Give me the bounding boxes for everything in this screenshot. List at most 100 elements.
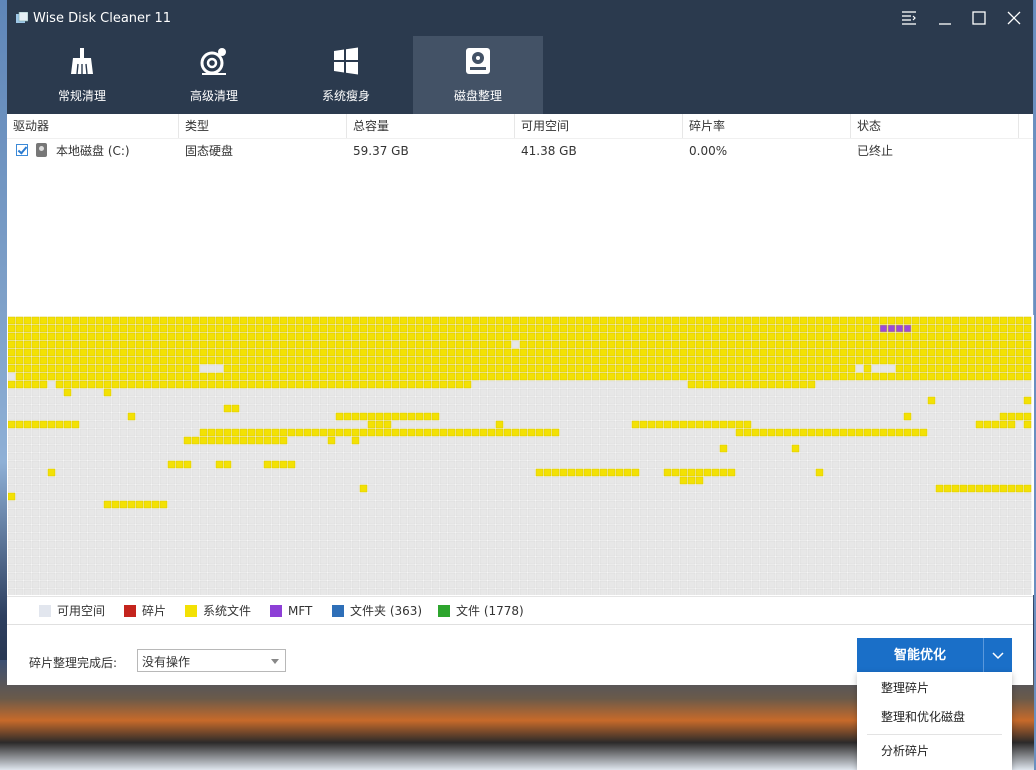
- cluster-free: [855, 564, 864, 573]
- cluster-free: [911, 508, 920, 517]
- cluster-system: [71, 372, 80, 381]
- tab-system-slim[interactable]: 系统瘦身: [281, 36, 411, 114]
- cluster-free: [39, 532, 48, 541]
- after-defrag-select[interactable]: 没有操作: [137, 649, 286, 672]
- cluster-free: [967, 556, 976, 565]
- cluster-free: [39, 444, 48, 453]
- tab-advanced-clean[interactable]: 高级清理: [149, 36, 279, 114]
- cluster-free: [215, 556, 224, 565]
- cluster-system: [447, 380, 456, 389]
- cluster-free: [671, 444, 680, 453]
- cluster-free: [415, 492, 424, 501]
- cluster-free: [239, 556, 248, 565]
- cluster-free: [631, 516, 640, 525]
- tab-disk-defrag[interactable]: 磁盘整理: [413, 36, 543, 114]
- cluster-free: [295, 532, 304, 541]
- cluster-free: [999, 428, 1008, 437]
- cluster-system: [591, 316, 600, 325]
- cluster-system: [583, 332, 592, 341]
- tab-common-clean[interactable]: 常规清理: [17, 36, 147, 114]
- maximize-icon[interactable]: [967, 6, 991, 30]
- title-bar[interactable]: Wise Disk Cleaner 11: [7, 0, 1033, 36]
- cluster-free: [999, 556, 1008, 565]
- column-header-drive[interactable]: 驱动器: [7, 114, 179, 138]
- table-row[interactable]: 本地磁盘 (C:) 固态硬盘 59.37 GB 41.38 GB 0.00% 已…: [7, 140, 1033, 162]
- cluster-free: [663, 532, 672, 541]
- cluster-free: [1023, 380, 1032, 389]
- cluster-free: [551, 396, 560, 405]
- optimize-dropdown-button[interactable]: [983, 638, 1012, 673]
- cluster-system: [263, 372, 272, 381]
- cluster-system: [263, 428, 272, 437]
- menu-icon[interactable]: [897, 6, 921, 30]
- cluster-system: [87, 348, 96, 357]
- cluster-free: [503, 460, 512, 469]
- drive-checkbox[interactable]: [16, 144, 28, 156]
- menu-item-defrag[interactable]: 整理碎片: [857, 674, 1012, 702]
- cluster-system: [439, 324, 448, 333]
- close-icon[interactable]: [1002, 6, 1026, 30]
- cluster-free: [639, 388, 648, 397]
- cluster-free: [559, 444, 568, 453]
- column-header-frag[interactable]: 碎片率: [683, 114, 851, 138]
- cluster-free: [183, 468, 192, 477]
- cluster-free: [663, 396, 672, 405]
- cluster-free: [823, 556, 832, 565]
- menu-item-defrag-optimize[interactable]: 整理和优化磁盘: [857, 703, 1012, 731]
- cluster-free: [151, 420, 160, 429]
- column-header-type[interactable]: 类型: [179, 114, 347, 138]
- cluster-free: [423, 516, 432, 525]
- column-header-status[interactable]: 状态: [851, 114, 1019, 138]
- cluster-free: [935, 532, 944, 541]
- cluster-system: [839, 316, 848, 325]
- cluster-free: [735, 556, 744, 565]
- column-header-total[interactable]: 总容量: [347, 114, 515, 138]
- cluster-free: [383, 540, 392, 549]
- cluster-free: [359, 548, 368, 557]
- cluster-free: [623, 484, 632, 493]
- cluster-free: [495, 540, 504, 549]
- cluster-free: [487, 500, 496, 509]
- minimize-icon[interactable]: [933, 6, 957, 30]
- cluster-free: [391, 404, 400, 413]
- cluster-free: [599, 588, 608, 595]
- cluster-free: [503, 588, 512, 595]
- cluster-free: [71, 460, 80, 469]
- cluster-system: [47, 372, 56, 381]
- cluster-free: [295, 444, 304, 453]
- cluster-free: [911, 412, 920, 421]
- cluster-free: [567, 556, 576, 565]
- smart-optimize-button[interactable]: 智能优化: [857, 638, 983, 673]
- cluster-free: [127, 452, 136, 461]
- cluster-free: [79, 508, 88, 517]
- cluster-free: [1015, 404, 1024, 413]
- cluster-free: [191, 532, 200, 541]
- cluster-free: [783, 420, 792, 429]
- cluster-system: [855, 332, 864, 341]
- cluster-free: [223, 588, 232, 595]
- cluster-free: [527, 508, 536, 517]
- cluster-free: [903, 548, 912, 557]
- cluster-system: [919, 372, 928, 381]
- cluster-free: [983, 468, 992, 477]
- column-header-free[interactable]: 可用空间: [515, 114, 683, 138]
- drive-status: 已终止: [857, 144, 894, 158]
- cluster-system: [215, 428, 224, 437]
- cluster-free: [735, 548, 744, 557]
- cluster-free: [991, 428, 1000, 437]
- drive-total: 59.37 GB: [353, 144, 409, 158]
- cluster-system: [895, 340, 904, 349]
- cluster-system: [135, 380, 144, 389]
- cluster-system: [551, 332, 560, 341]
- cluster-free: [519, 468, 528, 477]
- cluster-free: [87, 484, 96, 493]
- cluster-free: [831, 380, 840, 389]
- cluster-free: [887, 492, 896, 501]
- cluster-system: [903, 332, 912, 341]
- menu-item-analyze[interactable]: 分析碎片: [857, 737, 1012, 765]
- cluster-system: [127, 340, 136, 349]
- cluster-free: [503, 516, 512, 525]
- cluster-free: [839, 420, 848, 429]
- cluster-free: [1015, 548, 1024, 557]
- cluster-system: [1023, 340, 1032, 349]
